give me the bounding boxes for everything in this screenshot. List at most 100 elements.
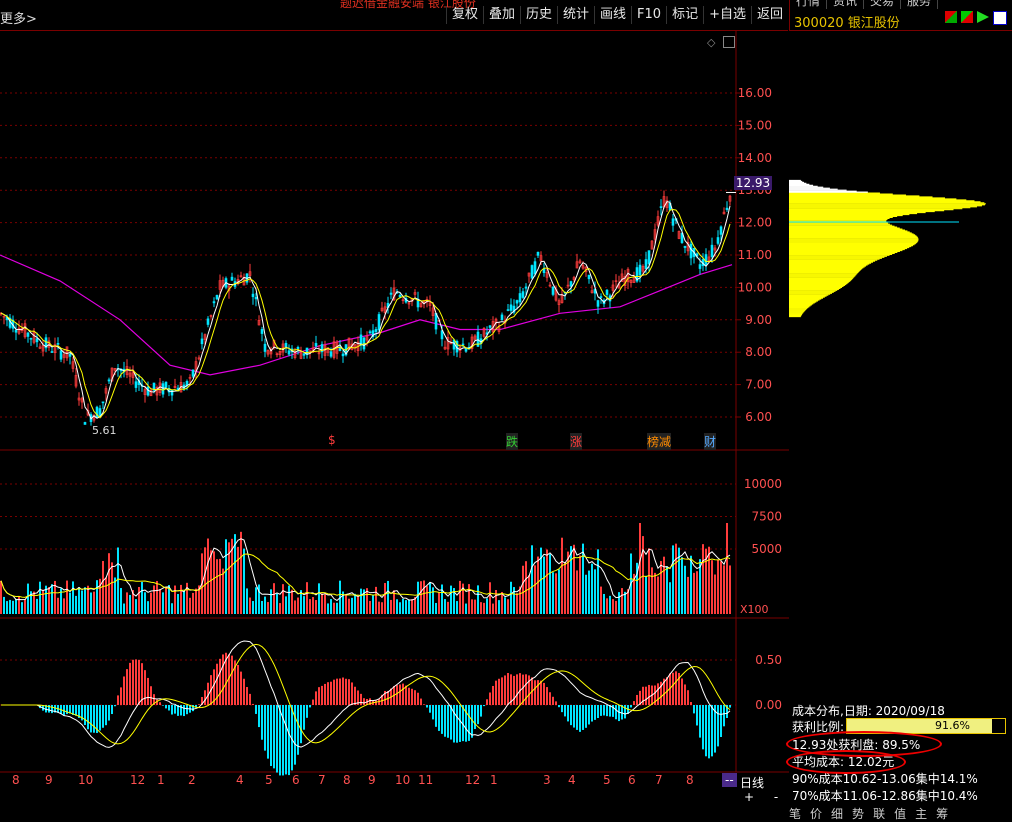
history-button[interactable]: 历史	[519, 6, 557, 24]
candle-body	[683, 245, 687, 248]
volume-bar	[141, 581, 143, 614]
price-tick-label: 9.00	[745, 313, 772, 327]
candle-body	[215, 295, 219, 300]
volume-bar	[561, 537, 563, 614]
restore-rights-button[interactable]: 复权	[445, 6, 483, 24]
candle-body	[716, 237, 720, 244]
draw-line-button[interactable]: 画线	[594, 6, 631, 24]
volume-bar	[15, 599, 17, 614]
volume-bar	[417, 581, 419, 614]
candle-body	[509, 304, 513, 311]
volume-bar	[267, 602, 269, 614]
tab-news[interactable]: 资讯	[827, 0, 865, 9]
volume-bar	[114, 577, 116, 614]
right-panel-header: 行情 资讯 交易 服务 300020 银江股份	[789, 0, 1012, 31]
flag-icon[interactable]	[945, 11, 957, 23]
volume-bar	[210, 550, 212, 614]
volume-bar	[384, 583, 386, 614]
volume-bar	[525, 561, 527, 614]
candle-body	[56, 343, 60, 345]
candle-body	[398, 294, 402, 298]
month-tick-label: 5	[265, 773, 273, 787]
month-tick-label: 2	[188, 773, 196, 787]
candle-body	[302, 353, 306, 356]
more-menu[interactable]: 更多>	[0, 8, 37, 27]
diamond-icon[interactable]: ◇	[707, 36, 715, 49]
volume-bar	[117, 547, 119, 614]
tab-trade[interactable]: 交易	[864, 0, 902, 9]
volume-bar	[450, 585, 452, 614]
tab-price[interactable]: 价	[810, 805, 822, 822]
price-tick-label: 14.00	[738, 151, 772, 165]
event-marker-fall[interactable]: 跌	[506, 433, 519, 450]
kline-chart[interactable]: 16.0015.0014.0013.0012.0011.0010.009.008…	[0, 30, 789, 802]
event-marker-list-reduce[interactable]: 榜减	[647, 433, 672, 450]
candle-body	[599, 296, 603, 298]
low-price-marker: 5.61	[92, 424, 117, 437]
event-marker-dollar[interactable]: $	[328, 433, 336, 447]
volume-bar	[498, 600, 500, 614]
back-button[interactable]: 返回	[750, 6, 788, 24]
volume-bar	[576, 570, 578, 614]
volume-bar	[702, 544, 704, 614]
volume-bar	[669, 582, 671, 614]
volume-bar	[711, 560, 713, 614]
tab-service[interactable]: 服务	[901, 0, 939, 9]
tab-chips[interactable]: 筹	[936, 805, 948, 822]
window-toggle-icon[interactable]	[723, 36, 735, 48]
volume-bar	[537, 556, 539, 614]
zoom-in-button[interactable]: +	[744, 790, 754, 804]
overlay-button[interactable]: 叠加	[482, 6, 520, 24]
zoom-out-button[interactable]: -	[774, 790, 778, 804]
tab-value[interactable]: 值	[894, 805, 906, 822]
volume-bar	[345, 595, 347, 614]
volume-bar	[207, 538, 209, 614]
arrow-right-icon[interactable]	[977, 11, 989, 23]
tab-link[interactable]: 联	[873, 805, 885, 822]
volume-bar	[672, 545, 674, 614]
volume-bar	[567, 551, 569, 614]
candle-body	[704, 254, 708, 265]
volume-bar	[516, 593, 518, 614]
flag-green-icon[interactable]	[961, 11, 973, 23]
volume-bar	[477, 585, 479, 614]
volume-bar	[696, 571, 698, 614]
volume-bar	[708, 546, 710, 614]
volume-bar	[21, 602, 23, 614]
tab-detail[interactable]: 细	[831, 805, 843, 822]
volume-tick-label: 5000	[751, 542, 782, 556]
grid-icon[interactable]	[993, 11, 1007, 25]
volume-tick-label: 10000	[744, 477, 782, 491]
volume-bar	[84, 587, 86, 614]
toolbar-buttons: 复权 叠加 历史 统计 画线 F10 标记 +自选 返回	[445, 6, 788, 24]
panel-icons	[945, 11, 1007, 25]
mark-button[interactable]: 标记	[666, 6, 703, 24]
macd-axis: 0.50 0.00	[755, 653, 782, 712]
volume-bar	[657, 576, 659, 614]
period-selector[interactable]: 日线	[740, 774, 764, 791]
volume-bar	[87, 585, 89, 614]
event-marker-finance[interactable]: 财	[704, 433, 717, 450]
volume-bar	[90, 592, 92, 614]
statistics-button[interactable]: 统计	[557, 6, 594, 24]
volume-bar	[546, 549, 548, 614]
tab-main[interactable]: 主	[915, 805, 927, 822]
candle-body	[551, 286, 555, 295]
month-tick-label: 11	[418, 773, 434, 787]
volume-bar	[459, 580, 461, 614]
tab-trend[interactable]: 势	[852, 805, 864, 822]
volume-bar	[63, 598, 65, 614]
macd-tick-label: 0.00	[755, 698, 782, 712]
volume-bar	[456, 601, 458, 614]
volume-bar	[102, 560, 104, 614]
tab-trades[interactable]: 笔	[789, 805, 801, 822]
volume-bar	[663, 556, 665, 614]
volume-bar	[729, 565, 731, 614]
volume-bar	[717, 560, 719, 614]
volume-bar	[522, 565, 524, 614]
volume-bar	[642, 536, 644, 614]
add-watchlist-button[interactable]: +自选	[703, 6, 751, 24]
tab-quotes[interactable]: 行情	[790, 0, 828, 9]
event-marker-rise[interactable]: 涨	[570, 433, 583, 450]
f10-button[interactable]: F10	[631, 6, 666, 24]
